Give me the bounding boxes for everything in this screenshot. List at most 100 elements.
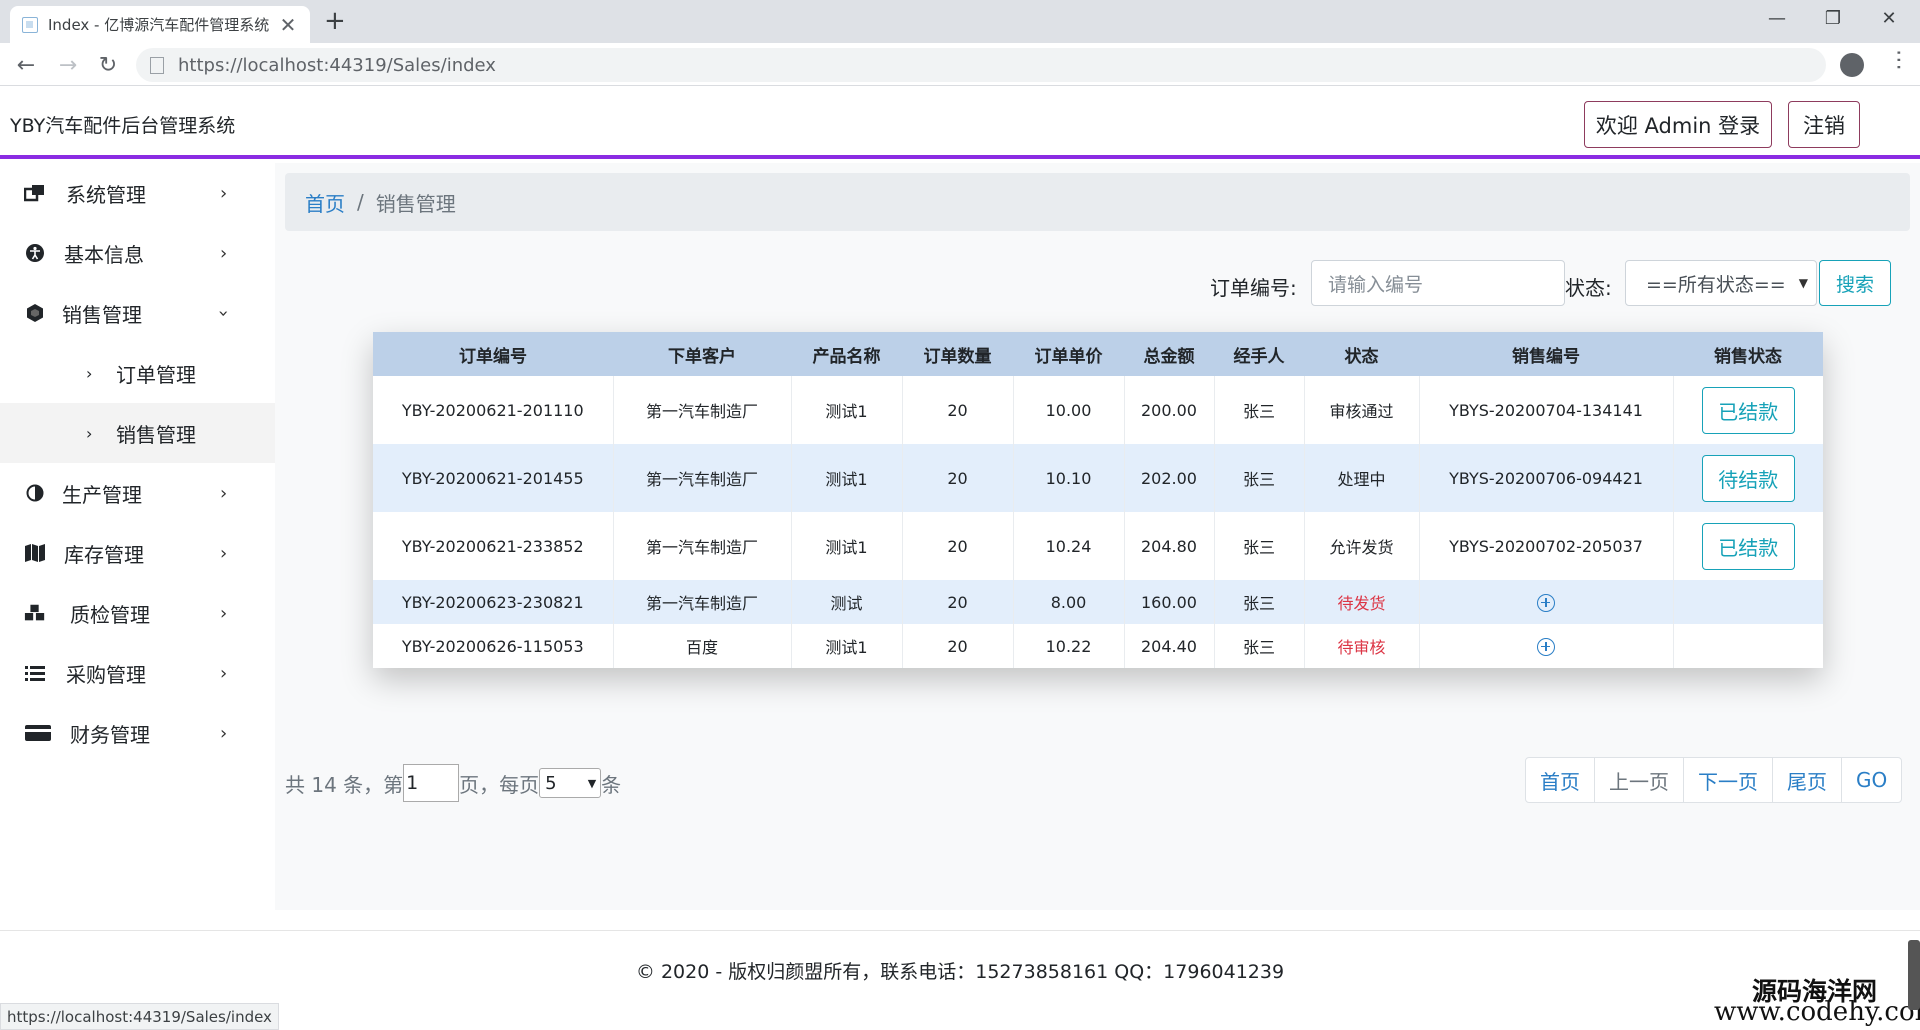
- chevron-right-icon: ›: [220, 182, 228, 204]
- sidebar-item-label: 财务管理: [70, 722, 150, 747]
- windows-icon: [24, 182, 46, 204]
- column-header: 订单单价: [1013, 332, 1124, 376]
- price-cell: 10.00: [1013, 376, 1125, 444]
- map-icon: [24, 542, 46, 564]
- sidebar-item-label: 采购管理: [66, 662, 146, 687]
- sidebar-item-purchase[interactable]: 采购管理 ›: [0, 643, 275, 703]
- table-row: YBY-20200626-115053 百度 测试1 20 10.22 204.40 张三待…: [373, 624, 1823, 668]
- url-path: :44319/Sales/index: [323, 54, 496, 76]
- qty-cell: 20: [902, 624, 1014, 668]
- column-header: 状态: [1304, 332, 1419, 376]
- welcome-button[interactable]: 欢迎 Admin 登录: [1584, 101, 1772, 148]
- sale-status-button[interactable]: 已结款: [1701, 522, 1795, 570]
- sidebar-item-basic-info[interactable]: 基本信息 ›: [0, 223, 275, 283]
- select-arrow-icon: ▼: [1798, 276, 1808, 290]
- chevron-right-icon: ›: [220, 662, 228, 684]
- sidebar-item-label: 销售管理: [62, 302, 142, 327]
- profile-icon[interactable]: [1840, 53, 1864, 77]
- total-cell: 200.00: [1124, 376, 1215, 444]
- product-cell: 测试1: [791, 444, 903, 512]
- sale-status-button[interactable]: 待结款: [1701, 454, 1795, 502]
- prev-page-button[interactable]: 上一页: [1595, 758, 1684, 802]
- sidebar-item-system[interactable]: 系统管理 ›: [0, 163, 275, 223]
- customer-cell: 第一汽车制造厂: [613, 512, 792, 580]
- qty-cell: 20: [902, 376, 1014, 444]
- sidebar-item-label: 质检管理: [70, 602, 150, 627]
- select-arrow-icon: ▼: [587, 776, 597, 790]
- sale-number-cell: [1419, 580, 1674, 624]
- sidebar: 系统管理 › 基本信息 › 销售管理 › › 订单管理 › 销售管理 生产管理 …: [0, 163, 275, 910]
- first-page-button[interactable]: 首页: [1526, 758, 1595, 802]
- go-button[interactable]: GO: [1842, 758, 1901, 802]
- browser-menu-icon[interactable]: ⋯: [1886, 49, 1911, 71]
- qty-cell: 20: [902, 444, 1014, 512]
- logout-button[interactable]: 注销: [1788, 101, 1860, 148]
- order-number-input[interactable]: 请输入编号: [1311, 260, 1565, 306]
- status-cell: 待发货: [1304, 580, 1420, 624]
- column-header: 总金额: [1124, 332, 1214, 376]
- sidebar-subitem-sales[interactable]: › 销售管理: [0, 403, 275, 463]
- status-label: 状态:: [1565, 276, 1612, 300]
- status-select[interactable]: ==所有状态== ▼: [1625, 260, 1817, 306]
- breadcrumb-home-link[interactable]: 首页: [305, 188, 345, 217]
- sidebar-item-inventory[interactable]: 库存管理 ›: [0, 523, 275, 583]
- price-cell: 10.22: [1013, 624, 1125, 668]
- sidebar-item-production[interactable]: 生产管理 ›: [0, 463, 275, 523]
- sale-status-button[interactable]: 已结款: [1701, 386, 1795, 434]
- status-cell: 待审核: [1304, 624, 1420, 668]
- sale-status-cell: [1673, 580, 1823, 624]
- handler-cell: 张三: [1214, 580, 1305, 624]
- order-no-cell: YBY-20200623-230821: [373, 580, 614, 624]
- handler-cell: 张三: [1214, 512, 1305, 580]
- add-circle-icon[interactable]: [1537, 637, 1555, 656]
- list-icon: [24, 662, 46, 684]
- orders-table: 订单编号 下单客户 产品名称 订单数量 订单单价 总金额 经手人 状态 销售编号 销售状态 YBY…: [373, 332, 1823, 668]
- breadcrumb-current: 销售管理: [375, 191, 456, 216]
- handler-cell: 张三: [1214, 444, 1305, 512]
- chevron-right-icon: ›: [220, 602, 228, 624]
- search-bar: 订单编号: 请输入编号 状态: ==所有状态== ▼ 搜索: [275, 260, 1920, 308]
- sidebar-item-finance[interactable]: 财务管理 ›: [0, 703, 275, 763]
- last-page-button[interactable]: 尾页: [1773, 758, 1842, 802]
- new-tab-icon[interactable]: +: [324, 6, 346, 36]
- browser-tab[interactable]: Index - 亿博源汽车配件管理系统 ✕: [10, 6, 310, 43]
- scrollbar-thumb[interactable]: [1908, 940, 1920, 1010]
- add-circle-icon[interactable]: [1537, 593, 1555, 612]
- customer-cell: 第一汽车制造厂: [613, 376, 792, 444]
- table-row: YBY-20200621-201110 第一汽车制造厂 测试1 20 10.00 200.…: [373, 376, 1823, 444]
- breadcrumb: 首页 / 销售管理: [285, 173, 1910, 231]
- window-close-icon[interactable]: ✕: [1862, 0, 1916, 36]
- next-page-button[interactable]: 下一页: [1684, 758, 1773, 802]
- chevron-down-icon: ›: [213, 309, 235, 317]
- column-header: 订单编号: [373, 332, 613, 376]
- minimize-icon[interactable]: —: [1750, 0, 1804, 36]
- sidebar-item-label: 库存管理: [64, 542, 144, 567]
- restore-icon[interactable]: ❐: [1806, 0, 1860, 36]
- table-row: YBY-20200621-201455 第一汽车制造厂 测试1 20 10.10 202.…: [373, 444, 1823, 512]
- sidebar-item-sales[interactable]: 销售管理 ›: [0, 283, 275, 343]
- address-bar[interactable]: https://localhost:44319/Sales/index: [136, 48, 1826, 82]
- per-page-select[interactable]: 5 ▼: [539, 768, 602, 798]
- chevron-right-icon: ›: [220, 242, 228, 264]
- chevron-right-icon: ›: [86, 423, 93, 443]
- order-no-cell: YBY-20200621-201110: [373, 376, 614, 444]
- footer-copyright: © 2020 - 版权归颜盟所有，联系电话：15273858161 QQ：179…: [635, 961, 1285, 983]
- order-no-cell: YBY-20200621-201455: [373, 444, 614, 512]
- forward-icon[interactable]: →: [52, 49, 84, 81]
- search-button[interactable]: 搜索: [1819, 260, 1891, 306]
- sidebar-item-quality[interactable]: 质检管理 ›: [0, 583, 275, 643]
- pagination-per-page-text: 页，每页: [459, 772, 540, 797]
- back-icon[interactable]: ←: [10, 49, 42, 81]
- app-brand[interactable]: YBY汽车配件后台管理系统: [10, 111, 235, 138]
- sale-number-cell: [1419, 624, 1674, 668]
- chevron-right-icon: ›: [86, 363, 93, 383]
- tab-close-icon[interactable]: ✕: [278, 13, 298, 37]
- sidebar-subitem-orders[interactable]: › 订单管理: [0, 343, 275, 403]
- sidebar-item-label: 系统管理: [66, 182, 146, 207]
- page-number-input[interactable]: 1: [403, 764, 460, 802]
- page-info-icon[interactable]: [150, 56, 164, 74]
- main-content: 首页 / 销售管理 订单编号: 请输入编号 状态: ==所有状态== ▼ 搜索 …: [275, 163, 1920, 910]
- sidebar-subitem-label: 销售管理: [116, 422, 196, 447]
- chevron-right-icon: ›: [220, 542, 228, 564]
- reload-icon[interactable]: ↻: [92, 49, 124, 81]
